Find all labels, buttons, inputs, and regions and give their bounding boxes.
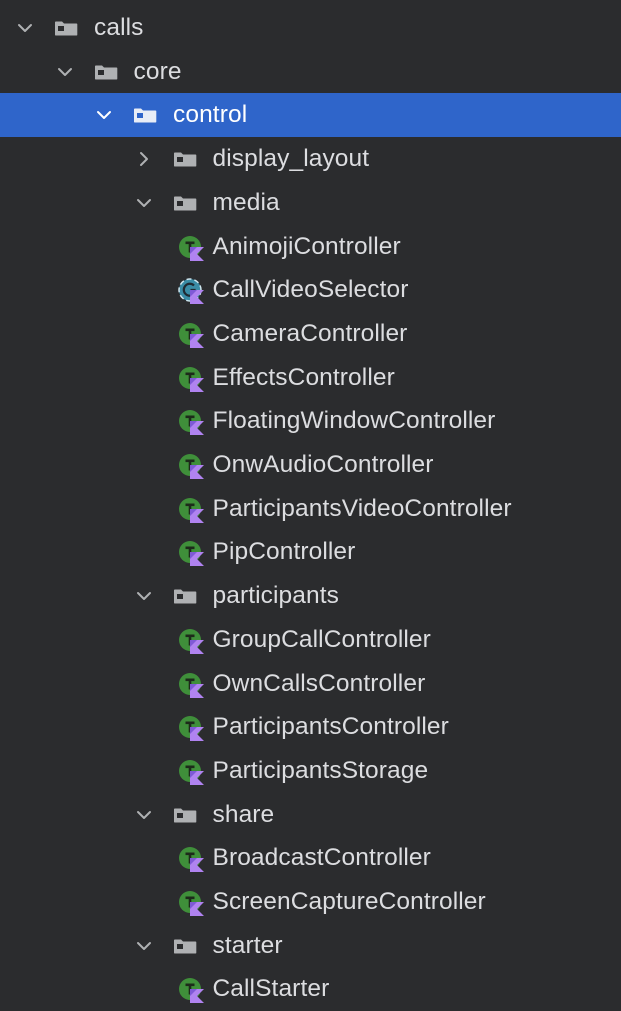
tree-file-own-calls-controller[interactable]: OwnCallsController (0, 662, 621, 706)
tree-item-label: EffectsController (212, 363, 395, 391)
tree-folder-media[interactable]: media (0, 181, 621, 225)
tree-folder-participants[interactable]: participants (0, 574, 621, 618)
tree-item-label: ParticipantsController (212, 713, 449, 741)
tree-folder-core[interactable]: core (0, 50, 621, 94)
tree-file-participants-storage[interactable]: ParticipantsStorage (0, 749, 621, 793)
kotlin-class-icon (176, 407, 206, 437)
tree-item-label: OnwAudioController (212, 451, 434, 478)
tree-file-effects-controller[interactable]: EffectsController (0, 356, 621, 400)
chevron-down-icon[interactable] (134, 936, 154, 956)
tree-file-pip-controller[interactable]: PipController (0, 530, 621, 574)
chevron-down-icon[interactable] (55, 62, 75, 82)
tree-folder-starter[interactable]: starter (0, 924, 621, 968)
kotlin-class-icon (176, 320, 206, 350)
tree-item-label: calls (94, 14, 144, 41)
chevron-down-icon[interactable] (134, 805, 154, 825)
project-tree: calls core control display_layoutmedia Animo… (0, 0, 621, 1011)
tree-file-camera-controller[interactable]: CameraController (0, 312, 621, 356)
tree-file-onw-audio-controller[interactable]: OnwAudioController (0, 443, 621, 487)
kotlin-class-icon (176, 757, 206, 787)
folder-icon (173, 588, 197, 604)
kotlin-class-icon (176, 670, 206, 700)
kotlin-class-icon (176, 495, 206, 525)
tree-item-label: OwnCallsController (212, 669, 426, 697)
chevron-right-icon[interactable] (134, 149, 154, 169)
folder-icon (173, 807, 197, 823)
tree-item-label: FloatingWindowController (212, 407, 496, 435)
tree-item-label: CameraController (212, 319, 408, 347)
tree-item-label: CallVideoSelector (212, 276, 409, 304)
tree-item-label: participants (212, 582, 339, 610)
chevron-down-icon[interactable] (134, 193, 154, 213)
tree-item-label: display_layout (212, 145, 370, 173)
tree-file-broadcast-controller[interactable]: BroadcastController (0, 836, 621, 880)
tree-folder-display-layout[interactable]: display_layout (0, 137, 621, 181)
tree-file-participants-video-controller[interactable]: ParticipantsVideoController (0, 487, 621, 531)
kotlin-class-icon (176, 451, 206, 481)
tree-item-label: BroadcastController (212, 844, 431, 872)
chevron-down-icon[interactable] (15, 18, 35, 38)
tree-item-label: ParticipantsVideoController (212, 494, 512, 522)
chevron-down-icon[interactable] (94, 105, 114, 125)
kotlin-class-icon (176, 364, 206, 394)
tree-item-label: ParticipantsStorage (212, 756, 429, 784)
tree-file-participants-controller[interactable]: ParticipantsController (0, 705, 621, 749)
folder-icon (173, 938, 197, 954)
tree-file-animoji-controller[interactable]: AnimojiController (0, 225, 621, 269)
tree-item-label: control (173, 101, 248, 129)
tree-folder-control[interactable]: control (0, 93, 621, 138)
tree-item-label: ScreenCaptureController (212, 888, 486, 915)
kotlin-class-icon (176, 975, 206, 1005)
kotlin-class-icon (176, 233, 206, 263)
kotlin-class-icon (176, 844, 206, 874)
kotlin-class-icon (176, 888, 206, 918)
tree-folder-calls[interactable]: calls (0, 6, 621, 50)
tree-file-floating-window-controller[interactable]: FloatingWindowController (0, 399, 621, 443)
tree-item-label: media (212, 188, 280, 216)
tree-file-call-starter[interactable]: CallStarter (0, 967, 621, 1011)
kotlin-class-icon (176, 713, 206, 743)
folder-icon (94, 64, 118, 80)
folder-icon (54, 20, 78, 36)
kotlin-class-icon (176, 626, 206, 656)
tree-item-label: GroupCallController (212, 625, 431, 653)
folder-icon (133, 107, 157, 123)
chevron-down-icon[interactable] (134, 586, 154, 606)
folder-icon (173, 195, 197, 211)
tree-file-screen-capture-controller[interactable]: ScreenCaptureController (0, 880, 621, 924)
kotlin-generic-class-icon (176, 276, 206, 306)
tree-item-label: share (212, 800, 275, 828)
tree-item-label: PipController (212, 538, 356, 566)
folder-icon (173, 151, 197, 167)
tree-file-call-video-selector[interactable]: CallVideoSelector (0, 268, 621, 312)
tree-item-label: CallStarter (212, 975, 330, 1003)
tree-item-label: starter (212, 931, 283, 959)
kotlin-class-icon (176, 538, 206, 568)
tree-item-label: core (133, 57, 182, 85)
tree-item-label: AnimojiController (212, 232, 401, 260)
tree-file-group-call-controller[interactable]: GroupCallController (0, 618, 621, 662)
tree-folder-share[interactable]: share (0, 793, 621, 837)
